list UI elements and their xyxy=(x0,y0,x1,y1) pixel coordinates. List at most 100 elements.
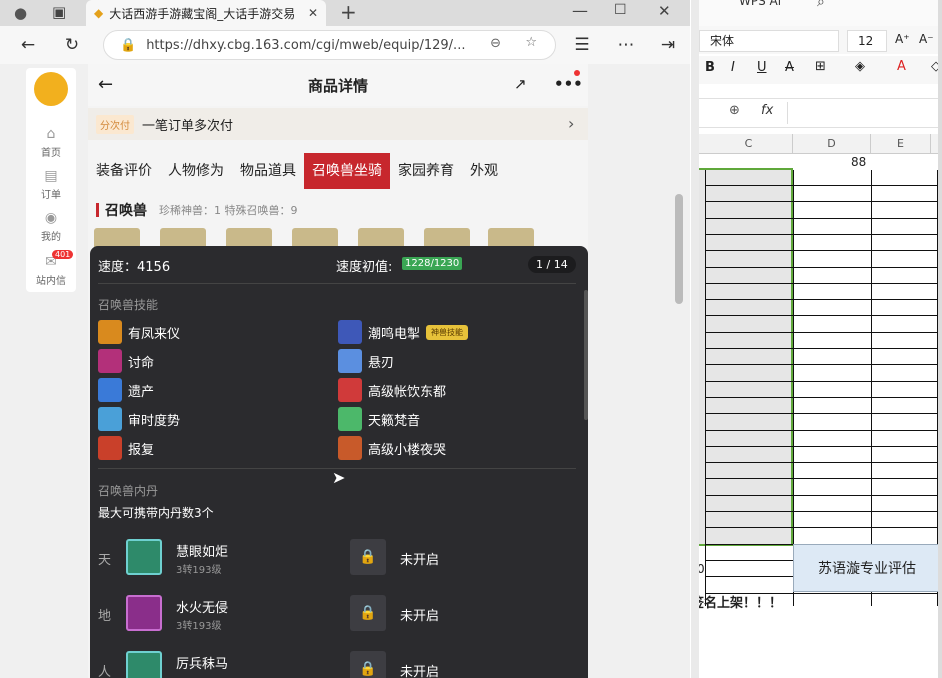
underline-icon[interactable]: U xyxy=(757,60,767,75)
share-icon[interactable]: ↗ xyxy=(514,75,527,93)
tab-cultivation[interactable]: 人物修为 xyxy=(160,153,232,189)
back-icon[interactable]: ← xyxy=(14,31,42,59)
bold-icon[interactable]: B xyxy=(705,60,715,75)
installment-banner[interactable]: 分次付 一笔订单多次付 › xyxy=(88,108,588,140)
font-shrink-icon[interactable]: A⁻ xyxy=(919,32,934,46)
skill-icon xyxy=(98,378,122,402)
home-icon: ⌂ xyxy=(46,126,56,142)
browser-tab[interactable]: ◆ 大话西游手游藏宝阁_大话手游交易 ✕ xyxy=(86,0,326,26)
address-bar[interactable]: 🔒 https://dhxy.cbg.163.com/cgi/mweb/equi… xyxy=(103,30,556,60)
profile-icon[interactable]: ● xyxy=(14,4,27,22)
popup-scrollbar[interactable] xyxy=(584,290,588,420)
grid-row-line xyxy=(705,478,937,479)
column-header[interactable]: E xyxy=(871,134,931,154)
column-header[interactable]: D xyxy=(793,134,871,154)
tab-summon-mount[interactable]: 召唤兽坐骑 xyxy=(304,153,390,189)
font-size-select[interactable]: 12 xyxy=(847,30,887,52)
installment-text: 一笔订单多次付 xyxy=(142,118,234,134)
grid-row-line xyxy=(705,495,937,496)
skill-item[interactable]: 报复 xyxy=(98,436,154,460)
close-window-icon[interactable]: ✕ xyxy=(658,2,671,20)
locked-label: 未开启 xyxy=(400,665,440,678)
tab-strip: ● ▣ ◆ 大话西游手游藏宝阁_大话手游交易 ✕ + — ☐ ✕ xyxy=(0,0,690,26)
skill-item[interactable]: 高级小楼夜哭 xyxy=(338,436,446,460)
fx-icon[interactable]: fx xyxy=(761,103,773,118)
grid-col-line xyxy=(705,170,706,606)
more-icon[interactable]: ⋯ xyxy=(612,31,640,59)
chevron-right-icon: › xyxy=(568,114,575,133)
skill-item[interactable]: 悬刃 xyxy=(338,349,394,373)
mobile-header: ← 商品详情 ↗ ••• xyxy=(88,64,588,106)
grid-row-line xyxy=(705,430,937,431)
grid-row-line xyxy=(705,446,937,447)
search-icon[interactable]: ⌕ xyxy=(817,0,825,10)
minimize-icon[interactable]: — xyxy=(572,1,588,20)
nav-item-orders[interactable]: ▤ 订单 xyxy=(26,168,76,201)
strikethrough-icon[interactable]: A xyxy=(785,60,794,75)
divider xyxy=(98,283,576,284)
favorites-icon[interactable]: ☰ xyxy=(568,31,596,59)
column-headers: C D E xyxy=(691,134,942,154)
skill-icon xyxy=(98,349,122,373)
speed-init-value: 1228/1230 xyxy=(402,257,463,270)
grid-row-line xyxy=(705,364,937,365)
dan-row: 人 厉兵秣马 🔒 未开启 xyxy=(90,651,588,678)
formula-divider xyxy=(787,102,788,124)
back-arrow-icon[interactable]: ← xyxy=(98,74,113,95)
skill-item[interactable]: 遗产 xyxy=(98,378,154,402)
site-favicon-icon: ◆ xyxy=(94,6,104,20)
dan-slot: 地 xyxy=(98,609,112,624)
dan-name: 慧眼如炬 xyxy=(176,545,229,560)
selection-outline xyxy=(691,168,793,546)
column-header[interactable]: C xyxy=(705,134,793,154)
cell-d-value[interactable]: 88 xyxy=(851,155,866,169)
font-color-icon[interactable]: A xyxy=(897,59,906,74)
dan-icon[interactable] xyxy=(126,651,162,678)
font-name-select[interactable]: 宋体 xyxy=(699,30,839,52)
zoom-icon[interactable]: ⊖ xyxy=(490,36,501,51)
grid-col-line xyxy=(793,170,794,606)
skill-item[interactable]: 审时度势 xyxy=(98,407,180,431)
grid-row-line xyxy=(705,267,937,268)
fill-color-icon[interactable]: ◈ xyxy=(855,59,865,74)
locked-slot: 🔒 xyxy=(350,651,386,678)
tab-appearance[interactable]: 外观 xyxy=(462,153,506,189)
skill-icon xyxy=(338,320,362,344)
page-scrollbar[interactable] xyxy=(675,194,683,304)
menu-dots-icon[interactable]: ••• xyxy=(554,75,583,93)
tab-actions-icon[interactable]: ▣ xyxy=(52,3,66,21)
star-icon[interactable]: ☆ xyxy=(525,35,537,50)
maximize-icon[interactable]: ☐ xyxy=(614,2,627,18)
tab-home[interactable]: 家园养育 xyxy=(390,153,462,189)
beast-detail-popup: 速度：4156 速度初值: 1228/1230 1 / 14 召唤兽技能 有凤来… xyxy=(90,246,588,678)
tab-equipment[interactable]: 装备评价 xyxy=(88,153,160,189)
dan-slot: 天 xyxy=(98,553,112,568)
new-tab-icon[interactable]: + xyxy=(340,0,357,24)
grid-row-line xyxy=(705,462,937,463)
skill-item[interactable]: 有凤来仪 xyxy=(98,320,180,344)
skill-item[interactable]: 讨命 xyxy=(98,349,154,373)
lock-icon: 🔒 xyxy=(120,37,137,53)
speed-init-label: 速度初值: xyxy=(336,260,393,275)
zoom-formula-icon[interactable]: ⊕ xyxy=(729,103,740,118)
nav-item-mine[interactable]: ◉ 我的 xyxy=(26,210,76,243)
dan-icon[interactable] xyxy=(126,595,162,631)
font-grow-icon[interactable]: A⁺ xyxy=(895,32,910,46)
sidebar-icon[interactable]: ⇥ xyxy=(654,31,682,59)
italic-icon[interactable]: I xyxy=(731,60,735,75)
url-text: https://dhxy.cbg.163.com/cgi/mweb/equip/… xyxy=(146,37,466,53)
sign-text[interactable]: 签名上架！！！ xyxy=(691,592,782,611)
speed-label: 速度：4156 xyxy=(98,260,171,275)
border-icon[interactable]: ⊞ xyxy=(815,59,826,74)
nav-item-home[interactable]: ⌂ 首页 xyxy=(26,126,76,159)
skill-item[interactable]: 高级帐饮东都 xyxy=(338,378,446,402)
close-tab-icon[interactable]: ✕ xyxy=(308,6,318,20)
installment-tag: 分次付 xyxy=(96,114,134,134)
tab-items[interactable]: 物品道具 xyxy=(232,153,304,189)
evaluation-box[interactable]: 苏语漩专业评估 xyxy=(793,544,941,592)
skills-title: 召唤兽技能 xyxy=(98,298,159,312)
refresh-icon[interactable]: ↻ xyxy=(58,31,86,59)
skill-item[interactable]: 天籁梵音 xyxy=(338,407,420,431)
skill-item[interactable]: 潮鸣电掣 神兽技能 xyxy=(338,320,469,344)
dan-icon[interactable] xyxy=(126,539,162,575)
